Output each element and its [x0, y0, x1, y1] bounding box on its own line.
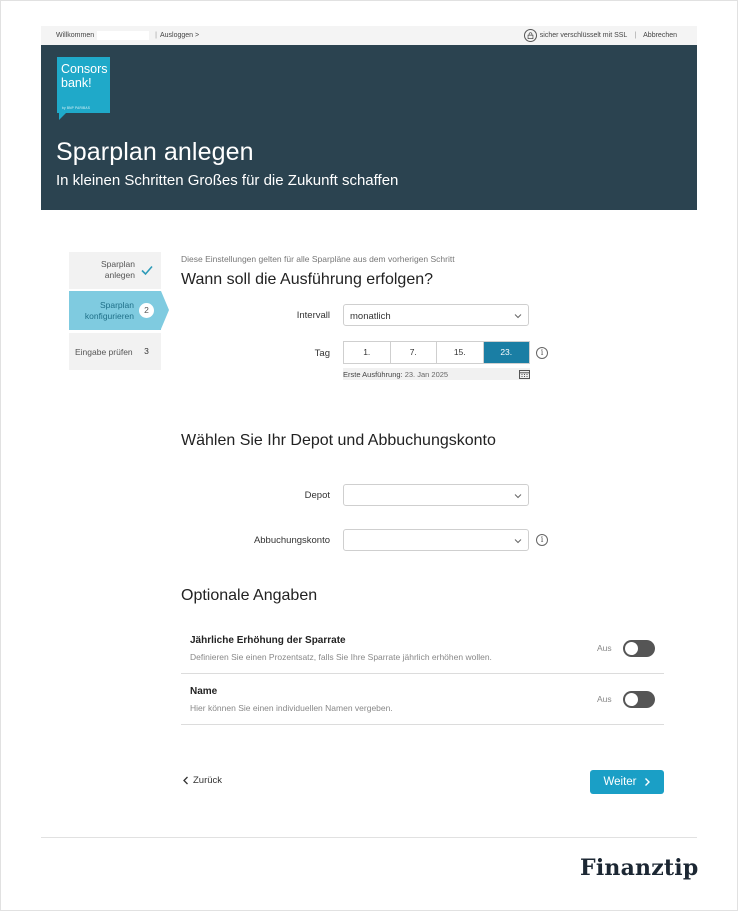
step-label: Eingabe prüfen: [75, 347, 133, 357]
toggle-state: Aus: [597, 694, 612, 704]
chevron-down-icon: [514, 494, 522, 499]
next-label: Weiter: [603, 776, 637, 788]
next-button[interactable]: Weiter: [590, 770, 664, 794]
optional-heading: Optionale Angaben: [181, 587, 318, 604]
depot-heading: Wählen Sie Ihr Depot und Abbuchungskonto: [181, 432, 496, 449]
step-label-line1: Sparplan: [99, 300, 134, 310]
account-label: Abbuchungskonto: [253, 535, 330, 546]
logo-speech-tail: [59, 113, 66, 120]
account-select[interactable]: [343, 529, 529, 551]
chevron-left-icon: [183, 776, 188, 785]
day-option-23[interactable]: 23.: [483, 342, 529, 363]
day-label: Tag: [314, 348, 330, 359]
day-selector: 1. 7. 15. 23.: [343, 341, 530, 364]
toggle-knob: [625, 642, 638, 655]
step-label-line2: anlegen: [104, 270, 135, 280]
interval-label: Intervall: [296, 310, 330, 321]
step-sparplan-konfigurieren[interactable]: Sparplan konfigurieren 2: [69, 291, 169, 330]
option-title: Name: [190, 686, 218, 697]
logo-tagline: by BNP PARIBAS: [62, 106, 91, 110]
interval-select[interactable]: monatlich: [343, 304, 529, 326]
logout-link[interactable]: Ausloggen >: [160, 32, 199, 39]
lock-icon: [523, 29, 537, 42]
step-number: 2: [139, 303, 154, 318]
option-row-increase: Jährliche Erhöhung der Sparrate Definier…: [181, 624, 664, 674]
consorsbank-logo[interactable]: Consors bank! by BNP PARIBAS: [57, 57, 110, 113]
step-eingabe-pruefen[interactable]: Eingabe prüfen 3: [69, 333, 161, 370]
topbar-right: sicher verschlüsselt mit SSL | Abbrechen: [523, 29, 677, 42]
option-row-name: Name Hier können Sie einen individuellen…: [181, 675, 664, 725]
separator: |: [634, 32, 637, 39]
step-number: 3: [144, 346, 149, 356]
day-option-15[interactable]: 15.: [437, 342, 484, 363]
logo-line1: Consors: [61, 62, 108, 76]
active-step-arrow: [161, 291, 169, 329]
separator: |: [155, 32, 157, 39]
increase-toggle[interactable]: [623, 640, 655, 657]
step-label: Sparplan anlegen: [101, 259, 135, 281]
info-icon[interactable]: i: [536, 534, 548, 546]
toggle-state: Aus: [597, 643, 612, 653]
back-button[interactable]: Zurück: [182, 775, 222, 786]
step-label: Sparplan konfigurieren: [85, 300, 134, 322]
hero-banner: Consors bank! by BNP PARIBAS Sparplan an…: [41, 45, 697, 210]
settings-note: Diese Einstellungen gelten für alle Spar…: [181, 254, 455, 264]
depot-select[interactable]: [343, 484, 529, 506]
cancel-link[interactable]: Abbrechen: [643, 32, 677, 39]
option-desc: Definieren Sie einen Prozentsatz, falls …: [190, 652, 492, 662]
option-title: Jährliche Erhöhung der Sparrate: [190, 635, 346, 646]
calendar-icon[interactable]: [519, 369, 530, 379]
toggle-knob: [625, 693, 638, 706]
name-toggle[interactable]: [623, 691, 655, 708]
step-label-line2: konfigurieren: [84, 311, 134, 321]
chevron-down-icon: [514, 539, 522, 544]
day-option-7[interactable]: 7.: [390, 342, 437, 363]
footer-divider: [41, 837, 697, 838]
back-label: Zurück: [193, 775, 223, 786]
depot-label: Depot: [304, 490, 330, 501]
step-label-line1: Sparplan: [100, 259, 135, 269]
chevron-right-icon: [644, 778, 650, 786]
page-subtitle: In kleinen Schritten Großes für die Zuku…: [56, 172, 399, 189]
top-bar: Willkommen | Ausloggen > sicher verschlü…: [41, 26, 697, 45]
day-option-1[interactable]: 1.: [344, 342, 391, 363]
checkmark-icon: [141, 265, 153, 276]
first-exec-label: Erste Ausführung:: [343, 370, 403, 379]
first-execution: Erste Ausführung: 23. Jan 2025: [343, 368, 530, 380]
step-sparplan-anlegen[interactable]: Sparplan anlegen: [69, 252, 161, 289]
ssl-text: sicher verschlüsselt mit SSL: [539, 32, 628, 39]
info-icon[interactable]: i: [536, 347, 548, 359]
chevron-down-icon: [514, 314, 522, 319]
first-exec-value: 23. Jan 2025: [404, 370, 449, 379]
execution-heading: Wann soll die Ausführung erfolgen?: [181, 271, 434, 288]
finanztip-logo: Finanztip: [580, 855, 699, 881]
option-desc: Hier können Sie einen individuellen Name…: [190, 703, 393, 713]
logo-line2: bank!: [61, 76, 92, 90]
user-name-redacted: [97, 31, 150, 40]
interval-value: monatlich: [350, 311, 391, 322]
welcome-text: Willkommen: [56, 32, 95, 39]
topbar-left: Willkommen | Ausloggen >: [56, 31, 199, 40]
page-title: Sparplan anlegen: [56, 138, 254, 166]
